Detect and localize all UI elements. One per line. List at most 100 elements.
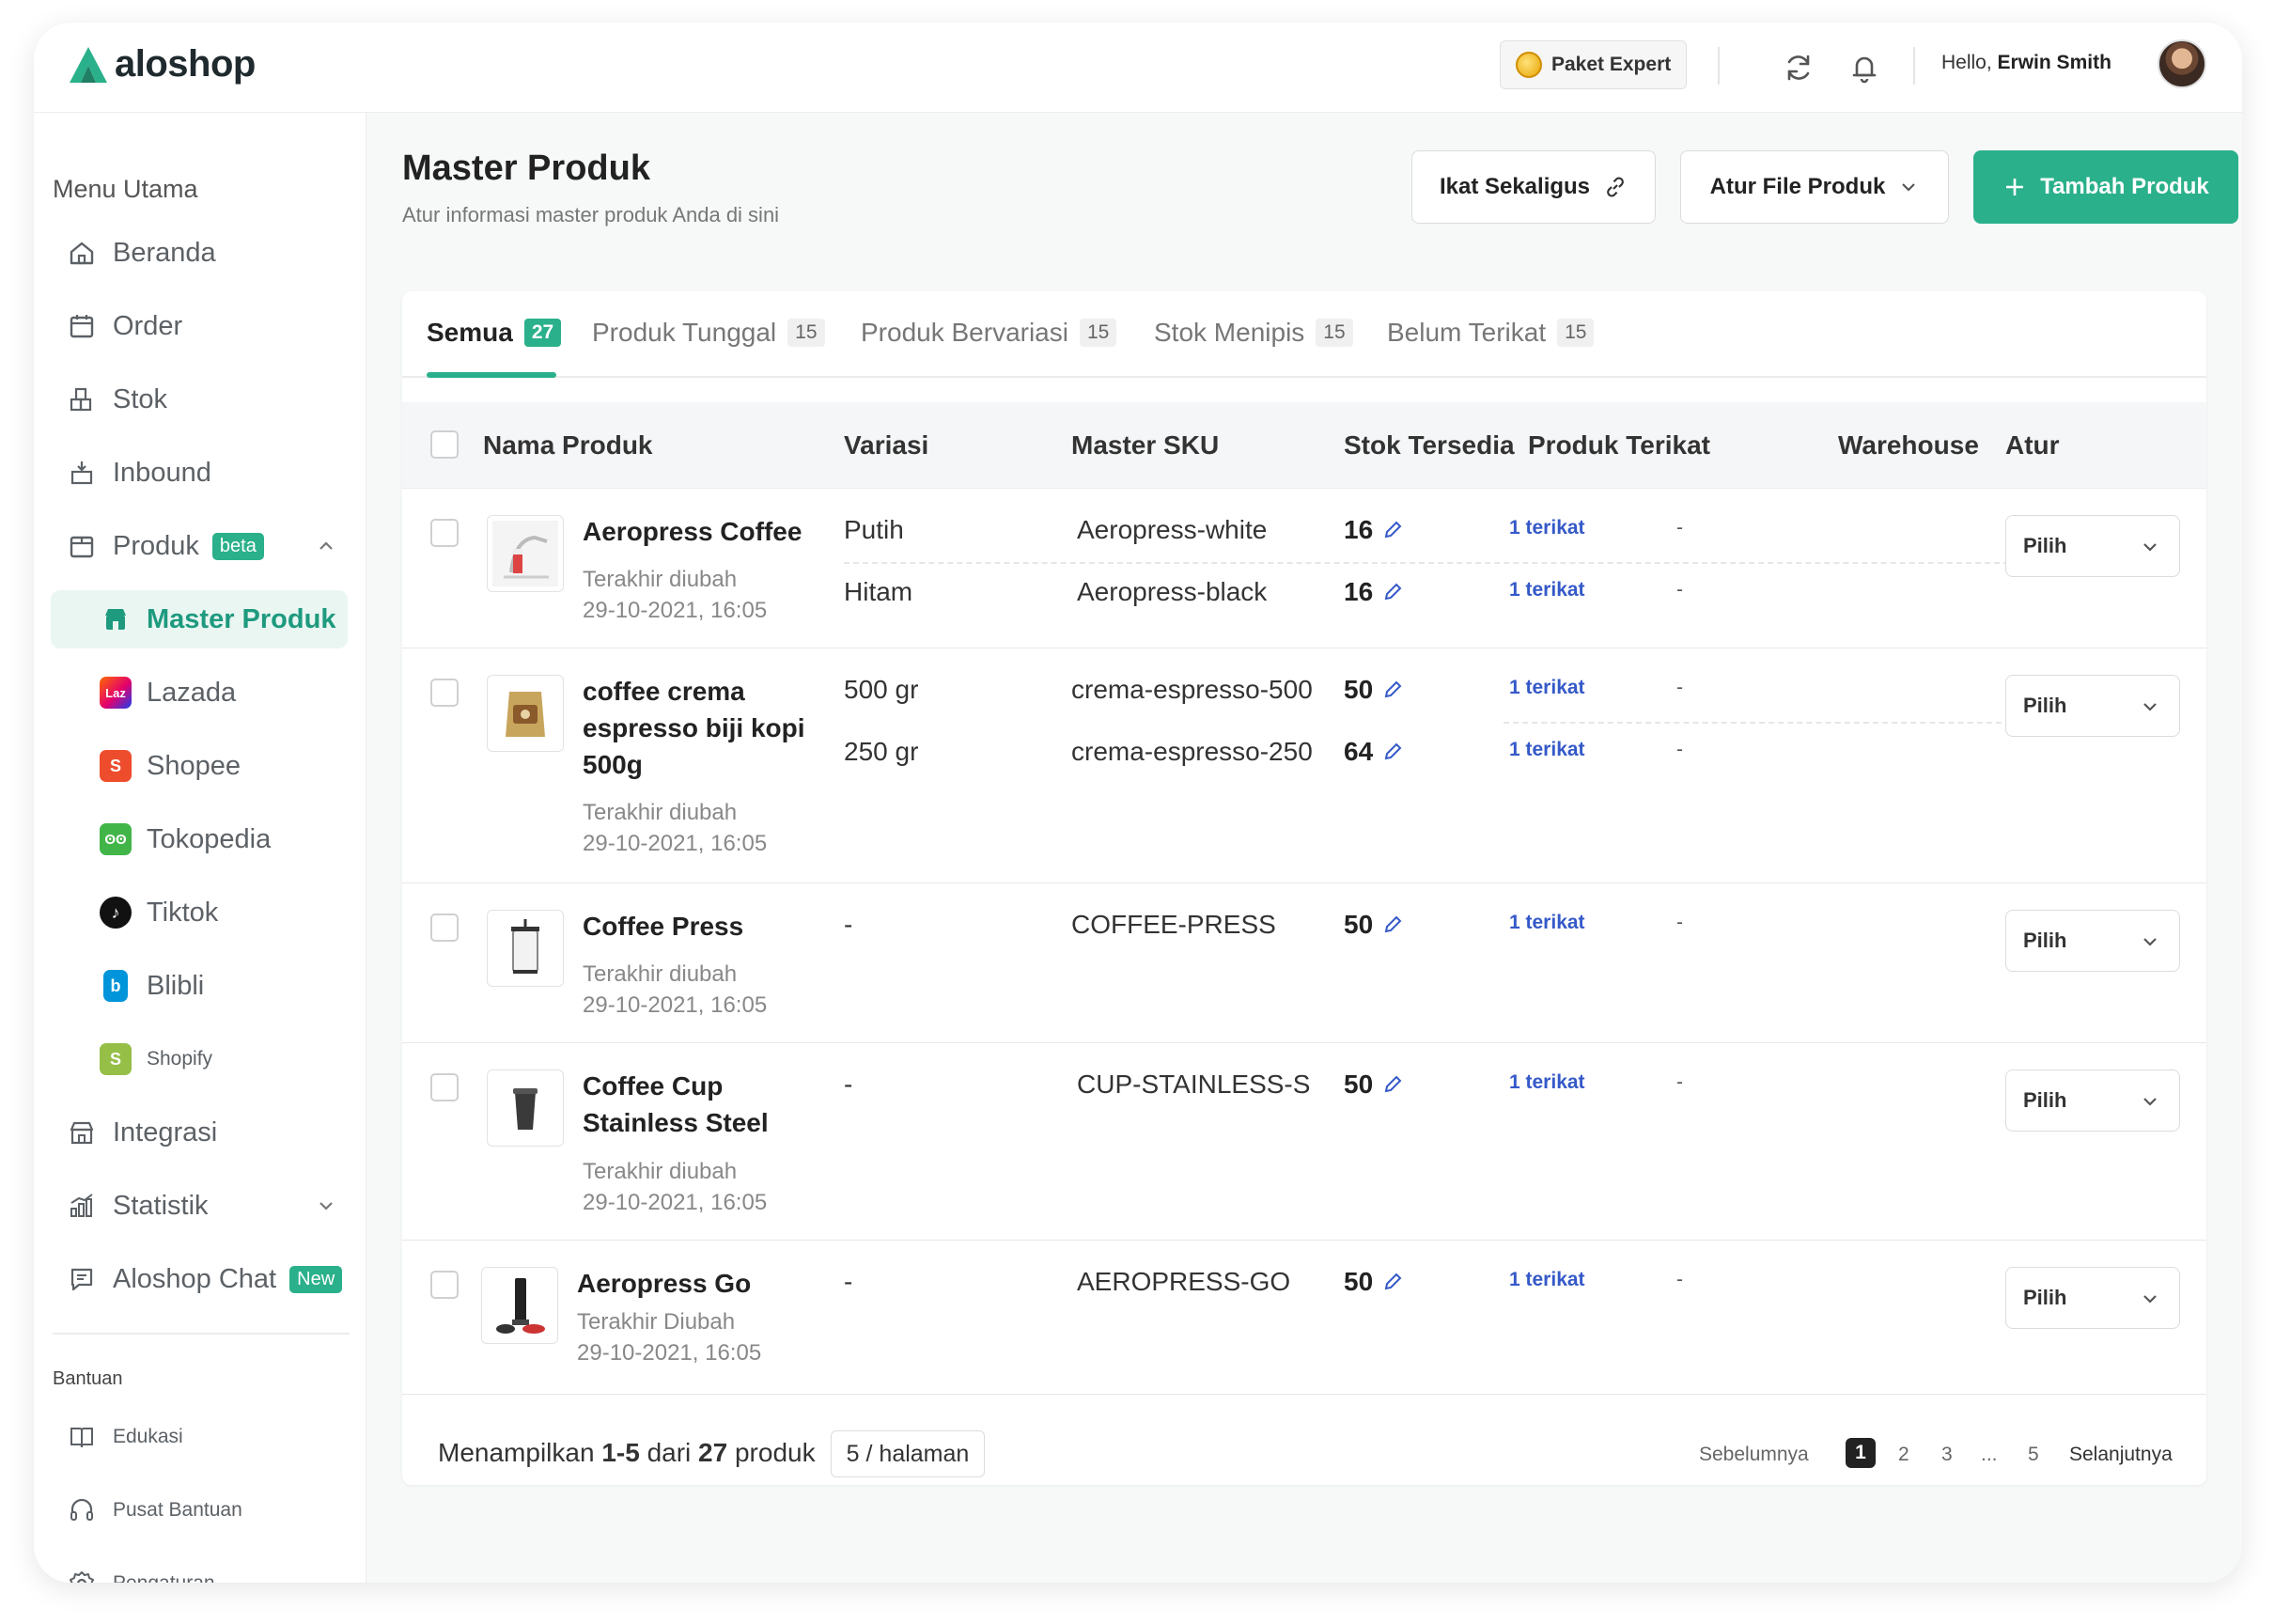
edit-pencil-icon[interactable] xyxy=(1382,582,1403,602)
sidebar-item-master-produk[interactable]: Master Produk xyxy=(51,590,348,648)
sidebar-item-tiktok[interactable]: ♪ Tiktok xyxy=(51,883,348,942)
select-all-checkbox[interactable] xyxy=(430,430,459,459)
chevron-down-icon[interactable] xyxy=(316,1195,336,1216)
tab-produk-tunggal[interactable]: Produk Tunggal 15 xyxy=(592,318,825,348)
avatar[interactable] xyxy=(2158,39,2206,88)
row-checkbox[interactable] xyxy=(430,519,459,547)
sidebar-item-pengaturan[interactable]: Pengaturan xyxy=(51,1554,348,1583)
bell-icon[interactable] xyxy=(1847,51,1881,85)
edit-pencil-icon[interactable] xyxy=(1382,520,1403,540)
page-ellipsis: ... xyxy=(1981,1444,1998,1465)
greeting-text: Hello, xyxy=(1941,52,1992,73)
sidebar-item-produk[interactable]: Produk beta xyxy=(51,517,348,575)
edit-pencil-icon[interactable] xyxy=(1382,914,1403,935)
linked-count-link[interactable]: 1 terikat xyxy=(1509,1071,1585,1094)
edit-pencil-icon[interactable] xyxy=(1382,1074,1403,1095)
edit-pencil-icon[interactable] xyxy=(1382,742,1403,762)
logo[interactable]: aloshop xyxy=(68,43,256,86)
boxes-icon xyxy=(66,383,98,415)
updated-label: Terakhir diubah xyxy=(583,1159,738,1184)
product-thumbnail[interactable] xyxy=(481,1267,558,1344)
sidebar-item-blibli[interactable]: b Blibli xyxy=(51,957,348,1015)
sidebar-item-shopee[interactable]: S Shopee xyxy=(51,737,348,795)
product-updated: Terakhir diubah 29-10-2021, 16:05 xyxy=(583,1156,767,1218)
row-checkbox[interactable] xyxy=(430,1073,459,1101)
sidebar-item-integrasi[interactable]: Integrasi xyxy=(51,1103,348,1162)
page-button-2[interactable]: 2 xyxy=(1898,1444,1909,1466)
updated-label: Terakhir diubah xyxy=(583,800,738,825)
product-name[interactable]: coffee crema espresso biji kopi 500g xyxy=(583,673,808,783)
product-name[interactable]: Coffee Cup Stainless Steel xyxy=(583,1068,808,1141)
page-button-1[interactable]: 1 xyxy=(1846,1438,1876,1468)
sidebar-item-pusat-bantuan[interactable]: Pusat Bantuan xyxy=(51,1481,348,1539)
blibli-icon: b xyxy=(100,970,132,1002)
row-checkbox[interactable] xyxy=(430,914,459,942)
page-button-5[interactable]: 5 xyxy=(2028,1444,2039,1466)
next-page-button[interactable]: Selanjutnya xyxy=(2069,1444,2173,1466)
row-action-select[interactable]: Pilih xyxy=(2005,675,2180,737)
stock-cell: 16 xyxy=(1344,515,1403,545)
bind-all-button[interactable]: Ikat Sekaligus xyxy=(1411,150,1656,224)
chevron-down-icon xyxy=(2143,1295,2157,1304)
table-row: Aeropress Go Terakhir Diubah 29-10-2021,… xyxy=(402,1241,2206,1395)
product-name[interactable]: Aeropress Go xyxy=(577,1265,859,1302)
row-action-select[interactable]: Pilih xyxy=(2005,910,2180,972)
showing-summary: Menampilkan 1-5 dari 27 produk xyxy=(438,1438,816,1468)
showing-unit: produk xyxy=(734,1438,816,1467)
row-action-select[interactable]: Pilih xyxy=(2005,1070,2180,1132)
tab-belum-terikat[interactable]: Belum Terikat 15 xyxy=(1387,318,1595,348)
plan-badge-button[interactable]: Paket Expert xyxy=(1500,40,1688,89)
sidebar-item-label: Pengaturan xyxy=(113,1572,215,1583)
add-product-label: Tambah Produk xyxy=(2040,174,2209,199)
linked-count-link[interactable]: 1 terikat xyxy=(1509,677,1585,699)
sidebar-item-edukasi[interactable]: Edukasi xyxy=(51,1408,348,1466)
sidebar-item-statistik[interactable]: Statistik xyxy=(51,1177,348,1235)
product-thumbnail[interactable] xyxy=(487,1070,564,1147)
product-thumbnail[interactable] xyxy=(487,675,564,752)
sidebar-item-inbound[interactable]: Inbound xyxy=(51,444,348,502)
sidebar-item-stok[interactable]: Stok xyxy=(51,370,348,429)
linked-count-link[interactable]: 1 terikat xyxy=(1509,912,1585,934)
tab-stok-menipis[interactable]: Stok Menipis 15 xyxy=(1154,318,1353,348)
linked-count-link[interactable]: 1 terikat xyxy=(1509,1269,1585,1291)
row-action-select[interactable]: Pilih xyxy=(2005,515,2180,577)
integration-icon xyxy=(66,1116,98,1148)
sidebar-item-tokopedia[interactable]: ʘʘ Tokopedia xyxy=(51,810,348,868)
page-button-3[interactable]: 3 xyxy=(1941,1444,1953,1466)
product-thumbnail[interactable] xyxy=(487,515,564,592)
linked-count-link[interactable]: 1 terikat xyxy=(1509,579,1585,601)
product-thumbnail[interactable] xyxy=(487,910,564,987)
store-icon xyxy=(100,603,132,635)
tab-label: Semua xyxy=(427,318,513,347)
edit-pencil-icon[interactable] xyxy=(1382,1272,1403,1292)
warehouse-value: - xyxy=(1676,677,1683,698)
column-header-linked: Produk Terikat xyxy=(1528,430,1710,460)
product-file-dropdown[interactable]: Atur File Produk xyxy=(1680,150,1949,224)
row-checkbox[interactable] xyxy=(430,1271,459,1299)
sidebar-item-order[interactable]: Order xyxy=(51,297,348,355)
sidebar-item-beranda[interactable]: Beranda xyxy=(51,224,348,282)
tab-label: Belum Terikat xyxy=(1387,318,1547,347)
product-name[interactable]: Aeropress Coffee xyxy=(583,513,808,550)
edit-pencil-icon[interactable] xyxy=(1382,679,1403,700)
sidebar-item-shopify[interactable]: S Shopify xyxy=(51,1030,348,1088)
lazada-icon: Laz xyxy=(100,677,132,709)
page-size-select[interactable]: 5 / halaman xyxy=(831,1430,985,1477)
sidebar-item-aloshop-chat[interactable]: Aloshop Chat New xyxy=(51,1250,348,1308)
tab-semua[interactable]: Semua 27 xyxy=(427,318,562,348)
sidebar-item-label: Edukasi xyxy=(113,1426,183,1447)
prev-page-button[interactable]: Sebelumnya xyxy=(1699,1444,1809,1466)
row-action-select[interactable]: Pilih xyxy=(2005,1267,2180,1329)
refresh-icon[interactable] xyxy=(1782,51,1815,85)
stock-cell: 50 xyxy=(1344,1070,1403,1100)
column-header-sku: Master SKU xyxy=(1071,430,1220,460)
tab-count: 15 xyxy=(787,319,825,347)
tab-produk-bervariasi[interactable]: Produk Bervariasi 15 xyxy=(861,318,1117,348)
product-name[interactable]: Coffee Press xyxy=(583,908,808,945)
linked-count-link[interactable]: 1 terikat xyxy=(1509,517,1585,539)
sidebar-item-lazada[interactable]: Laz Lazada xyxy=(51,664,348,722)
add-product-button[interactable]: Tambah Produk xyxy=(1973,150,2238,224)
chevron-up-icon[interactable] xyxy=(316,536,336,556)
row-checkbox[interactable] xyxy=(430,679,459,707)
linked-count-link[interactable]: 1 terikat xyxy=(1509,739,1585,761)
